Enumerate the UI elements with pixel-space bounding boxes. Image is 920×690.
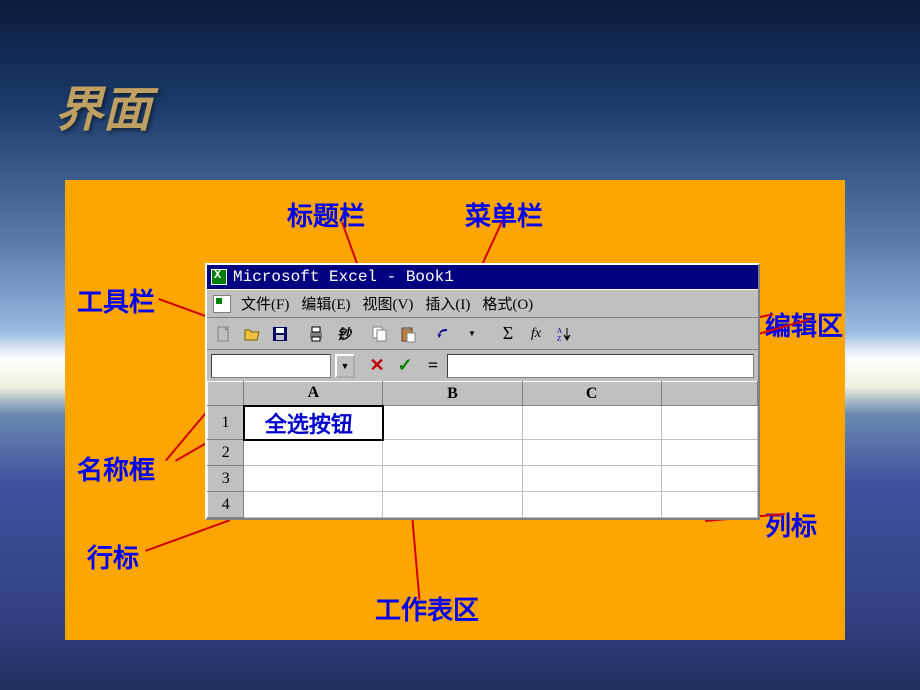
copy-icon[interactable] (367, 321, 393, 347)
label-toolbar: 工具栏 (77, 282, 155, 319)
enter-icon[interactable]: ✓ (393, 354, 417, 378)
menu-edit[interactable]: 编辑(E) (295, 293, 356, 314)
cell[interactable] (522, 406, 661, 440)
formula-input[interactable] (447, 354, 754, 378)
cell[interactable] (383, 466, 522, 492)
autosum-icon[interactable]: Σ (495, 321, 521, 347)
cell[interactable] (383, 492, 522, 518)
title-bar: Microsoft Excel - Book1 (207, 265, 758, 289)
cell[interactable] (522, 440, 661, 466)
equals-icon[interactable]: = (421, 354, 445, 378)
label-edit-area: 编辑区 (765, 306, 843, 343)
row-header-4[interactable]: 4 (208, 492, 244, 518)
cell-a1[interactable]: 全选按钮 (244, 406, 383, 440)
name-box-dropdown-icon[interactable]: ▼ (335, 354, 355, 378)
column-header-a[interactable]: A (244, 382, 383, 406)
cell[interactable] (383, 440, 522, 466)
label-worksheet-area: 工作表区 (375, 590, 479, 627)
menu-insert[interactable]: 插入(I) (419, 293, 476, 314)
label-name-box: 名称框 (77, 450, 155, 487)
control-box-icon[interactable] (213, 295, 231, 313)
svg-text:A: A (557, 327, 562, 335)
cell[interactable] (522, 492, 661, 518)
cell[interactable] (661, 406, 757, 440)
slide-title: 界面 (55, 70, 151, 140)
save-icon[interactable] (267, 321, 293, 347)
dropdown-icon[interactable]: ▼ (459, 321, 485, 347)
label-menu-bar: 菜单栏 (465, 196, 543, 233)
svg-text:Z: Z (557, 335, 561, 343)
row-header-3[interactable]: 3 (208, 466, 244, 492)
pointer-line (145, 519, 230, 552)
cell[interactable] (661, 466, 757, 492)
function-icon[interactable]: fx (523, 321, 549, 347)
name-box[interactable] (211, 354, 331, 378)
menu-format[interactable]: 格式(O) (476, 293, 539, 314)
menu-bar: 文件(F) 编辑(E) 视图(V) 插入(I) 格式(O) (207, 289, 758, 317)
print-icon[interactable] (303, 321, 329, 347)
cancel-icon[interactable]: ✕ (365, 354, 389, 378)
paste-icon[interactable] (395, 321, 421, 347)
column-header-c[interactable]: C (522, 382, 661, 406)
diagram-container: 标题栏 菜单栏 工具栏 编辑区 名称框 列标 行标 工作表区 Microsoft… (65, 180, 845, 640)
select-all-button[interactable] (208, 382, 244, 406)
menu-file[interactable]: 文件(F) (235, 293, 295, 314)
menu-view[interactable]: 视图(V) (357, 293, 420, 314)
undo-icon[interactable] (431, 321, 457, 347)
row-header-1[interactable]: 1 (208, 406, 244, 440)
sort-asc-icon[interactable]: AZ (551, 321, 577, 347)
open-file-icon[interactable] (239, 321, 265, 347)
formula-bar: ▼ ✕ ✓ = (207, 349, 758, 381)
new-file-icon[interactable] (211, 321, 237, 347)
window-title: Microsoft Excel - Book1 (233, 268, 454, 286)
cell[interactable] (661, 440, 757, 466)
worksheet-area: A B C 1 全选按钮 2 (207, 381, 758, 518)
cell[interactable] (244, 440, 383, 466)
cell[interactable] (661, 492, 757, 518)
label-title-bar: 标题栏 (287, 196, 365, 233)
toolbar: 钞 ▼ Σ fx AZ (207, 317, 758, 349)
excel-app-icon (211, 269, 227, 285)
row-header-2[interactable]: 2 (208, 440, 244, 466)
cell[interactable] (383, 406, 522, 440)
cell[interactable] (244, 492, 383, 518)
label-row-header: 行标 (87, 538, 139, 575)
column-header[interactable] (661, 382, 757, 406)
label-col-header: 列标 (765, 506, 817, 543)
column-header-b[interactable]: B (383, 382, 522, 406)
cell[interactable] (244, 466, 383, 492)
spellcheck-icon[interactable]: 钞 (331, 321, 357, 347)
cell[interactable] (522, 466, 661, 492)
excel-window: Microsoft Excel - Book1 文件(F) 编辑(E) 视图(V… (205, 263, 760, 520)
